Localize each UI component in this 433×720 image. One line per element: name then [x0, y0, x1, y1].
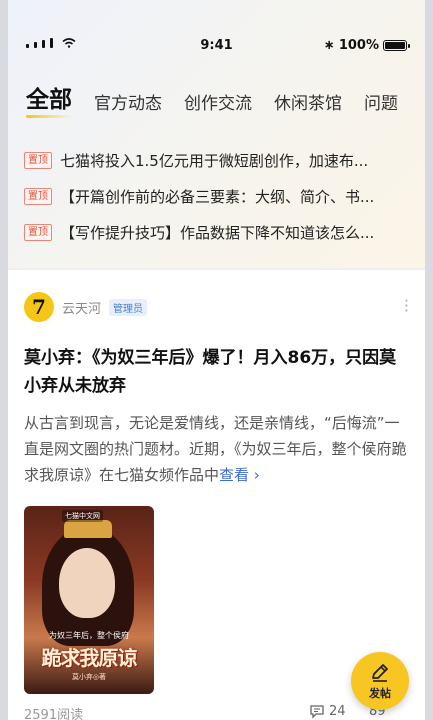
- comment-count: 24: [329, 704, 346, 719]
- pinned-badge: 置顶: [24, 187, 52, 205]
- expand-link[interactable]: 查看 ›: [219, 466, 260, 484]
- pinned-item[interactable]: 置顶 【写作提升技巧】作品数据下降不知道该怎么...: [24, 214, 409, 250]
- tab-creation[interactable]: 创作交流: [184, 89, 252, 114]
- pinned-badge: 置顶: [24, 151, 52, 169]
- tab-teahouse[interactable]: 休闲茶馆: [274, 89, 342, 114]
- more-options-icon[interactable]: · · ·: [404, 293, 409, 319]
- post-title[interactable]: 莫小弃：《为奴三年后》爆了！月入86万，只因莫小弃从未放弃: [24, 344, 409, 400]
- pinned-badge: 置顶: [24, 223, 52, 241]
- cover-title: 跪求我原谅: [41, 646, 138, 670]
- role-badge: 管理员: [109, 298, 148, 316]
- read-count: 2591阅读: [24, 708, 84, 720]
- new-post-label: 发帖: [369, 687, 391, 700]
- new-post-button[interactable]: 发帖: [351, 652, 409, 710]
- pinned-title: 【写作提升技巧】作品数据下降不知道该怎么...: [60, 223, 375, 242]
- author-name[interactable]: 云天河: [62, 298, 101, 317]
- section-divider: [8, 268, 425, 270]
- status-right: ∗ 100%: [323, 38, 410, 53]
- book-cover-image[interactable]: 七猫中文网 为奴三年后，整个侯府 跪求我原谅 莫小弃◎著: [24, 506, 154, 694]
- pinned-title: 七猫将投入1.5亿元用于微短剧创作，加速布...: [60, 151, 369, 170]
- post-stats: 2591阅读 24 89: [24, 704, 409, 720]
- bluetooth-icon: ∗: [323, 38, 335, 53]
- comment-button[interactable]: 24: [309, 704, 346, 719]
- battery-icon: [383, 40, 410, 51]
- cover-subtitle: 为奴三年后，整个侯府: [49, 631, 129, 640]
- status-bar: 9:41 ∗ 100%: [8, 36, 425, 58]
- battery-percent: 100%: [338, 38, 379, 53]
- avatar[interactable]: 7: [24, 292, 54, 322]
- tab-questions[interactable]: 问题: [364, 89, 398, 114]
- pinned-title: 【开篇创作前的必备三要素：大纲、简介、书...: [60, 187, 375, 206]
- cover-author: 莫小弃◎著: [71, 673, 107, 681]
- pinned-item[interactable]: 置顶 【开篇创作前的必备三要素：大纲、简介、书...: [24, 178, 409, 214]
- comment-icon: [310, 705, 324, 719]
- pinned-item[interactable]: 置顶 七猫将投入1.5亿元用于微短剧创作，加速布...: [24, 142, 409, 178]
- tab-official[interactable]: 官方动态: [94, 89, 162, 114]
- post-author[interactable]: 7 云天河 管理员: [24, 290, 409, 324]
- post-card[interactable]: 7 云天河 管理员 · · · 莫小弃：《为奴三年后》爆了！月入86万，只因莫小弃从…: [24, 290, 409, 694]
- pinned-list: 置顶 七猫将投入1.5亿元用于微短剧创作，加速布... 置顶 【开篇创作前的必备…: [24, 142, 409, 250]
- post-body[interactable]: 从古言到现言，无论是爱情线，还是亲情线，“后悔流”一直是网文圈的热门题材。近期，…: [24, 410, 409, 488]
- cover-logo: 七猫中文网: [62, 510, 103, 522]
- category-tabs: 全部 官方动态 创作交流 休闲茶馆 问题: [26, 80, 425, 118]
- tab-all[interactable]: 全部: [26, 80, 72, 118]
- pencil-icon: [372, 664, 388, 682]
- app-screen: 9:41 ∗ 100% 全部 官方动态 创作交流 休闲茶馆 问题 置顶 七猫将投…: [8, 0, 425, 720]
- post-body-text: 从古言到现言，无论是爱情线，还是亲情线，“后悔流”一直是网文圈的热门题材。近期，…: [24, 414, 407, 484]
